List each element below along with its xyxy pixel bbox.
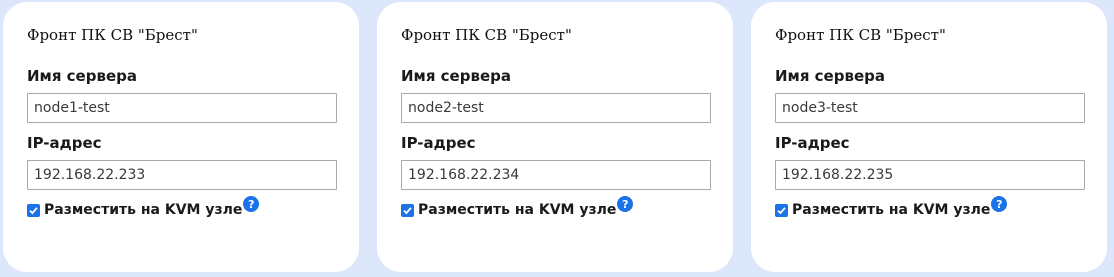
ip-address-input[interactable] xyxy=(775,160,1085,190)
ip-address-label: IP-адрес xyxy=(401,134,476,152)
kvm-checkbox[interactable] xyxy=(401,203,414,217)
card-title: Фронт ПК СВ "Брест" xyxy=(775,26,946,44)
kvm-checkbox[interactable] xyxy=(775,203,788,217)
server-name-label: Имя сервера xyxy=(401,67,511,85)
server-name-input[interactable] xyxy=(401,93,711,123)
card-title: Фронт ПК СВ "Брест" xyxy=(401,26,572,44)
server-card-3: Фронт ПК СВ "Брест" Имя сервера IP-адрес… xyxy=(751,2,1107,272)
server-card-2: Фронт ПК СВ "Брест" Имя сервера IP-адрес… xyxy=(377,2,733,272)
card-title: Фронт ПК СВ "Брест" xyxy=(27,26,198,44)
server-name-label: Имя сервера xyxy=(775,67,885,85)
checkmark-icon xyxy=(29,206,38,214)
checkmark-icon xyxy=(777,206,786,214)
kvm-checkbox-label[interactable]: Разместить на KVM узле xyxy=(792,202,990,218)
question-icon[interactable]: ? xyxy=(991,196,1008,212)
kvm-option: Разместить на KVM узле ? xyxy=(401,196,634,222)
server-name-input[interactable] xyxy=(27,93,337,123)
question-icon[interactable]: ? xyxy=(243,196,260,212)
checkmark-icon xyxy=(403,206,412,214)
server-cards: Фронт ПК СВ "Брест" Имя сервера IP-адрес… xyxy=(0,0,1114,277)
server-name-label: Имя сервера xyxy=(27,67,137,85)
kvm-checkbox-label[interactable]: Разместить на KVM узле xyxy=(418,202,616,218)
ip-address-input[interactable] xyxy=(27,160,337,190)
kvm-option: Разместить на KVM узле ? xyxy=(775,196,1008,222)
server-name-input[interactable] xyxy=(775,93,1085,123)
ip-address-label: IP-адрес xyxy=(775,134,850,152)
ip-address-input[interactable] xyxy=(401,160,711,190)
kvm-option: Разместить на KVM узле ? xyxy=(27,196,260,222)
question-icon[interactable]: ? xyxy=(617,196,634,212)
ip-address-label: IP-адрес xyxy=(27,134,102,152)
kvm-checkbox[interactable] xyxy=(27,203,40,217)
server-card-1: Фронт ПК СВ "Брест" Имя сервера IP-адрес… xyxy=(3,2,359,272)
kvm-checkbox-label[interactable]: Разместить на KVM узле xyxy=(44,202,242,218)
